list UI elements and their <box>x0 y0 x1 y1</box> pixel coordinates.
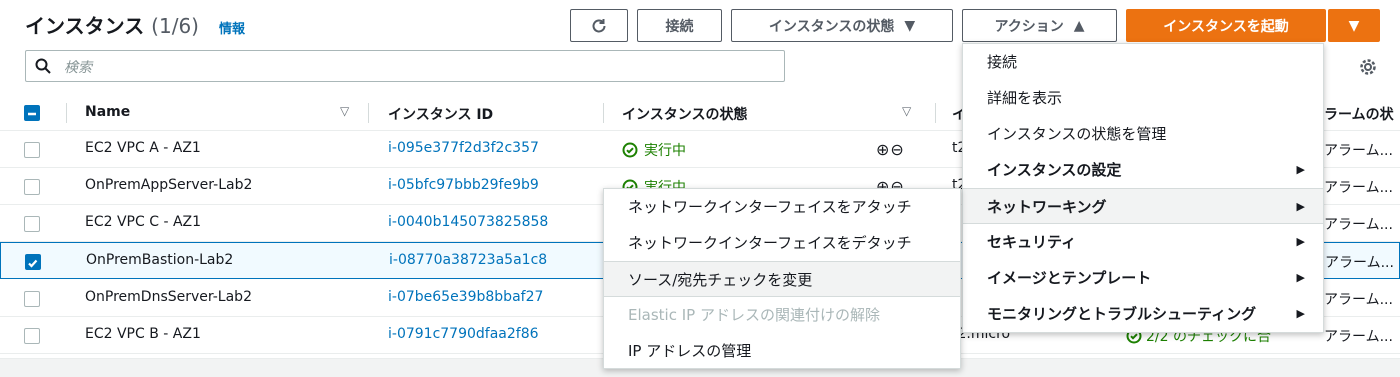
row-checkbox[interactable] <box>24 142 40 158</box>
sort-down-icon[interactable]: ▽ <box>340 104 349 118</box>
menu-item-manage-state[interactable]: インスタンスの状態を管理 <box>963 116 1323 152</box>
menu-item-label: モニタリングとトラブルシューティング <box>987 305 1257 323</box>
submenu-detach-network-interface[interactable]: ネットワークインターフェイスをデタッチ <box>604 225 960 261</box>
instance-name: OnPremDnsServer-Lab2 <box>85 289 252 305</box>
instance-id-link[interactable]: i-095e377f2d3f2c357 <box>388 140 539 156</box>
row-checkbox[interactable] <box>24 179 40 195</box>
row-checkbox[interactable] <box>25 254 41 270</box>
menu-item-instance-settings[interactable]: インスタンスの設定 ▶ <box>963 152 1323 188</box>
indeterminate-icon <box>28 112 36 116</box>
column-header-instance-id[interactable]: インスタンス ID <box>388 104 493 124</box>
refresh-button[interactable] <box>570 9 628 42</box>
instance-name: EC2 VPC C - AZ1 <box>85 214 202 230</box>
launch-instance-button[interactable]: インスタンスを起動 <box>1126 9 1326 42</box>
actions-menu: 接続 詳細を表示 インスタンスの状態を管理 インスタンスの設定 ▶ ネットワーキ… <box>962 43 1324 333</box>
row-checkbox[interactable] <box>24 328 40 344</box>
menu-item-label: セキュリティ <box>987 233 1077 251</box>
menu-item-images-templates[interactable]: イメージとテンプレート ▶ <box>963 260 1323 296</box>
caret-down-icon: ▼ <box>1348 17 1360 34</box>
alarm-status: アラーム... <box>1324 329 1393 345</box>
instance-id-link[interactable]: i-0040b145073825858 <box>388 214 548 230</box>
instance-name: EC2 VPC B - AZ1 <box>85 326 201 342</box>
instance-name: OnPremBastion-Lab2 <box>86 252 234 268</box>
actions-label: アクション <box>994 18 1064 35</box>
search-placeholder: 検索 <box>64 60 92 76</box>
instance-state-button[interactable]: インスタンスの状態 ▼ <box>731 9 953 42</box>
page-title-text: インスタンス <box>25 14 145 38</box>
instance-state: 実行中 <box>622 140 686 160</box>
menu-item-label: インスタンスの設定 <box>987 161 1122 179</box>
alarm-status: アラーム... <box>1324 143 1393 159</box>
menu-item-label: ネットワーキング <box>987 198 1107 216</box>
search-icon <box>35 58 51 74</box>
refresh-icon <box>592 18 606 32</box>
column-header-name[interactable]: Name <box>85 104 130 120</box>
caret-right-icon: ▶ <box>1296 235 1305 248</box>
menu-item-label: イメージとテンプレート <box>987 269 1152 287</box>
submenu-attach-network-interface[interactable]: ネットワークインターフェイスをアタッチ <box>604 189 960 225</box>
submenu-disassociate-elastic-ip: Elastic IP アドレスの関連付けの解除 <box>628 306 880 324</box>
alarm-status: アラーム... <box>1325 255 1394 271</box>
info-link[interactable]: 情報 <box>219 18 245 37</box>
column-header-state[interactable]: インスタンスの状態 <box>622 104 747 124</box>
caret-right-icon: ▶ <box>1296 271 1305 284</box>
instance-state-text: 実行中 <box>644 143 686 159</box>
networking-submenu: ネットワークインターフェイスをアタッチ ネットワークインターフェイスをデタッチ … <box>603 188 961 369</box>
checkmark-icon <box>28 259 38 268</box>
selection-count: (1/6) <box>151 14 199 38</box>
check-circle-icon <box>622 142 638 158</box>
caret-up-icon: ▲ <box>1073 17 1085 34</box>
column-header-alarm[interactable]: ラームの状 <box>1324 104 1394 124</box>
gear-icon[interactable] <box>1358 57 1378 77</box>
submenu-manage-ip-addresses[interactable]: IP アドレスの管理 <box>604 333 960 369</box>
caret-right-icon: ▶ <box>1296 200 1305 213</box>
row-checkbox[interactable] <box>24 291 40 307</box>
caret-right-icon: ▶ <box>1296 163 1305 176</box>
connect-button[interactable]: 接続 <box>637 9 722 42</box>
launch-options-button[interactable]: ▼ <box>1328 9 1380 42</box>
search-input[interactable]: 検索 <box>25 50 785 82</box>
sort-down-icon[interactable]: ▽ <box>902 104 911 118</box>
menu-item-security[interactable]: セキュリティ ▶ <box>963 224 1323 260</box>
caret-right-icon: ▶ <box>1296 307 1305 320</box>
menu-item-view-details[interactable]: 詳細を表示 <box>963 80 1323 116</box>
instance-name: OnPremAppServer-Lab2 <box>85 177 253 193</box>
alarm-status: アラーム... <box>1324 180 1393 196</box>
row-checkbox[interactable] <box>24 216 40 232</box>
submenu-change-source-dest-check[interactable]: ソース/宛先チェックを変更 <box>604 261 960 297</box>
instance-id-link[interactable]: i-07be65e39b8bbaf27 <box>388 289 543 305</box>
alarm-status: アラーム... <box>1324 292 1393 308</box>
alarm-status: アラーム... <box>1324 217 1393 233</box>
instance-name: EC2 VPC A - AZ1 <box>85 140 201 156</box>
menu-item-monitoring[interactable]: モニタリングとトラブルシューティング ▶ <box>963 296 1323 332</box>
zoom-in-icon[interactable]: ⊕ <box>876 140 889 159</box>
instance-id-link[interactable]: i-08770a38723a5a1c8 <box>389 252 547 268</box>
page-title: インスタンス (1/6) <box>25 10 199 39</box>
caret-down-icon: ▼ <box>904 17 916 34</box>
instance-state-label: インスタンスの状態 <box>768 18 895 35</box>
actions-button[interactable]: アクション ▲ <box>962 9 1117 42</box>
select-all-checkbox[interactable] <box>24 105 40 121</box>
instance-id-link[interactable]: i-0791c7790dfaa2f86 <box>388 326 539 342</box>
instance-id-link[interactable]: i-05bfc97bbb29fe9b9 <box>388 177 539 193</box>
menu-item-connect[interactable]: 接続 <box>963 44 1323 80</box>
menu-item-networking[interactable]: ネットワーキング ▶ <box>963 188 1323 224</box>
zoom-out-icon[interactable]: ⊖ <box>890 140 903 159</box>
